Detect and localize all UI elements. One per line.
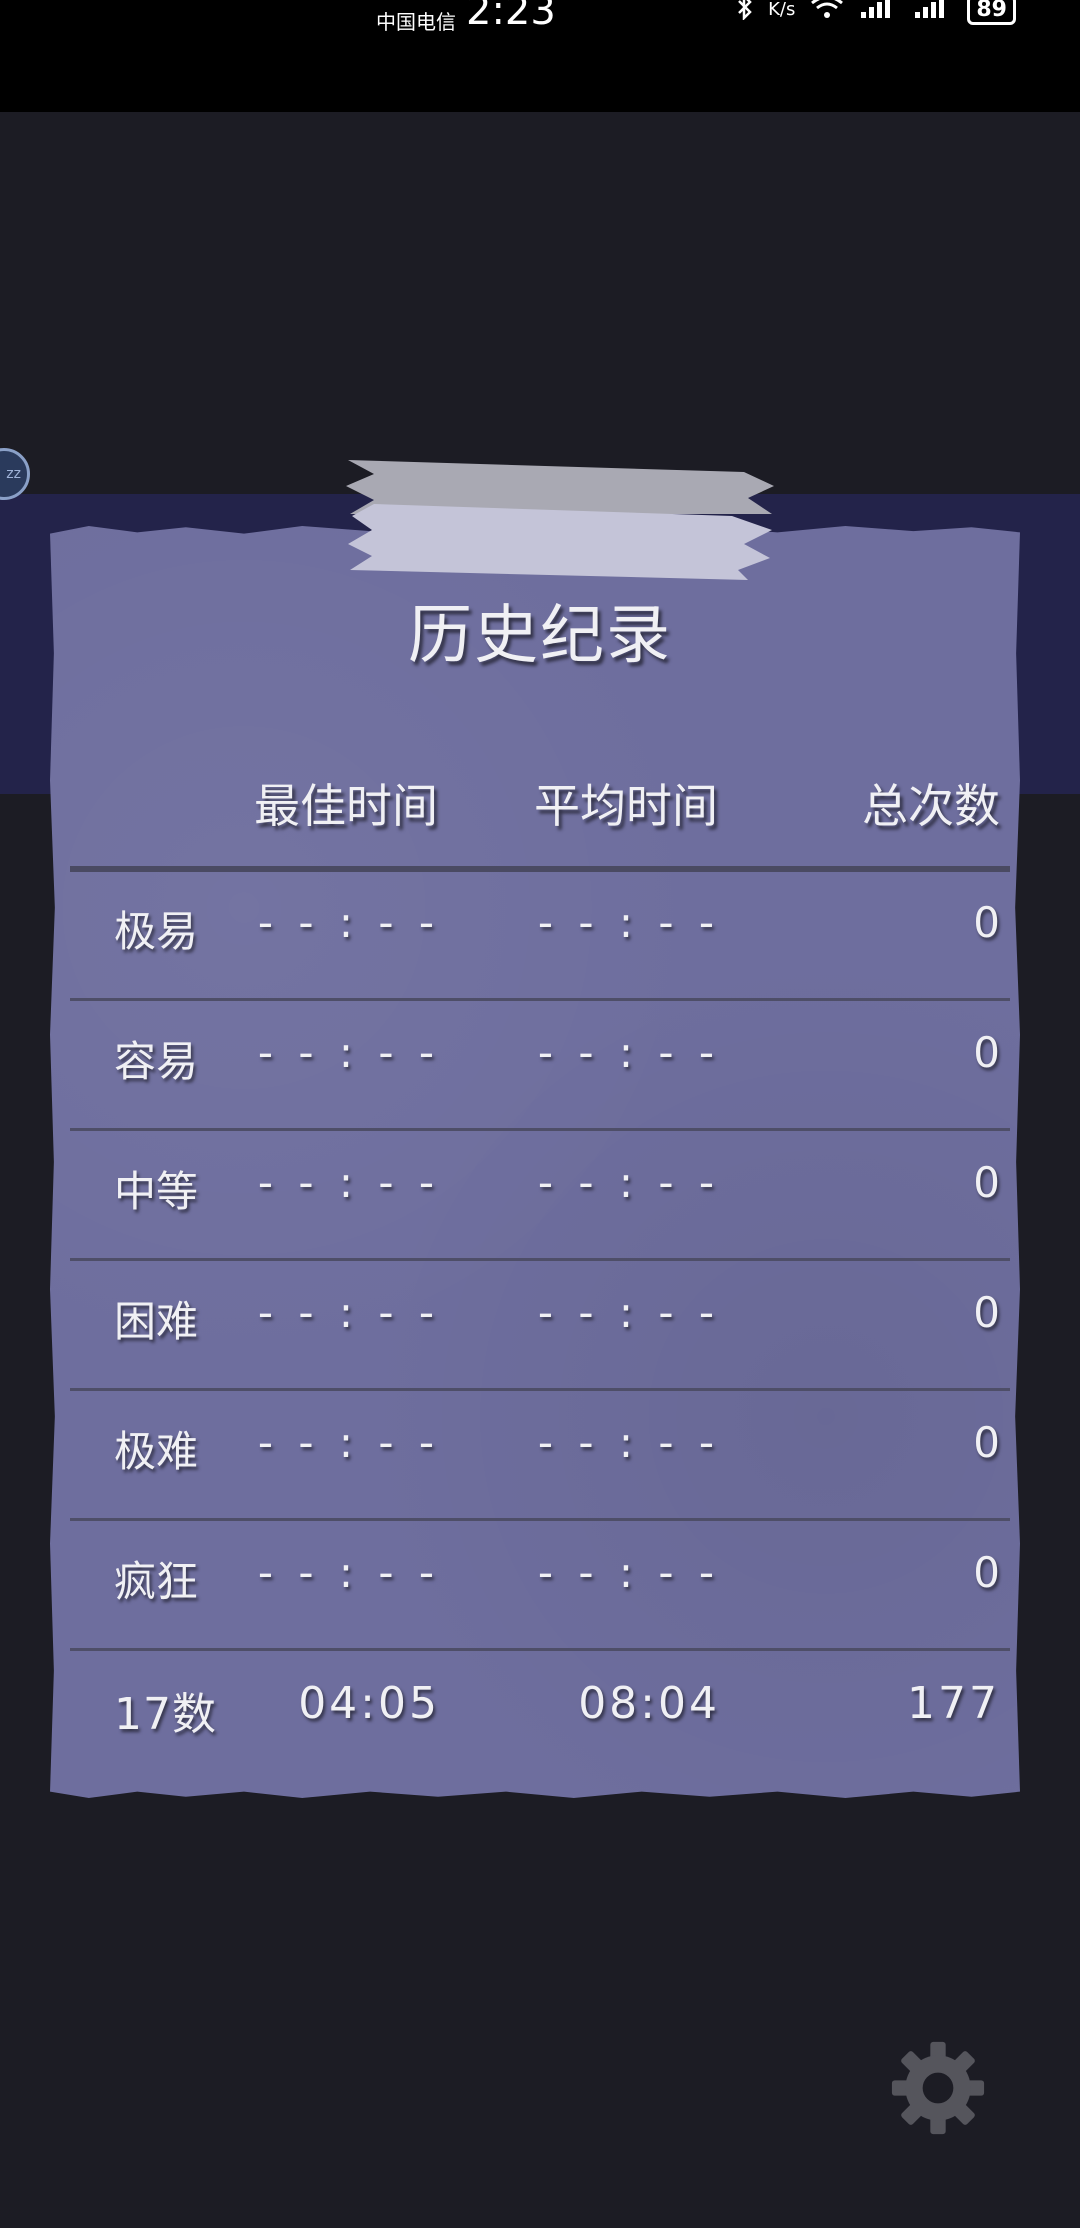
row-level: 极易 bbox=[114, 907, 199, 956]
row-total-count: 0 bbox=[973, 1158, 1000, 1207]
summary-row: 17数 04:05 08:04 177 bbox=[70, 1650, 1010, 1780]
carrier-label: 中国电信 bbox=[376, 10, 456, 34]
row-level: 中等 bbox=[114, 1167, 199, 1216]
row-best-time: - - : - - bbox=[257, 1288, 440, 1337]
row-total-count: 0 bbox=[973, 1548, 1000, 1597]
tape-icon bbox=[346, 460, 774, 580]
row-total-count: 0 bbox=[973, 1288, 1000, 1337]
row-best-time: - - : - - bbox=[257, 898, 440, 947]
row-best-time: - - : - - bbox=[257, 1548, 440, 1597]
table-header: 最佳时间 平均时间 总次数 bbox=[70, 770, 1010, 840]
status-bar: 中国电信 2:23 K/s 89 bbox=[0, 0, 1080, 112]
row-average-time: - - : - - bbox=[537, 1288, 720, 1337]
side-badge-label: zz bbox=[6, 466, 21, 482]
table-row-4: 极难 - - : - - - - : - - 0 bbox=[70, 1390, 1010, 1520]
row-total-count: 0 bbox=[973, 898, 1000, 947]
row-level: 疯狂 bbox=[114, 1557, 199, 1606]
header-average-time: 平均时间 bbox=[534, 779, 718, 833]
row-average-time: - - : - - bbox=[537, 1158, 720, 1207]
side-badge[interactable]: zz bbox=[0, 448, 30, 500]
signal-icon bbox=[859, 0, 899, 26]
gear-icon[interactable] bbox=[890, 2040, 986, 2136]
summary-level: 17数 bbox=[114, 1689, 217, 1740]
row-level: 容易 bbox=[114, 1037, 199, 1086]
header-total-count: 总次数 bbox=[862, 779, 1000, 833]
table-row-3: 困难 - - : - - - - : - - 0 bbox=[70, 1260, 1010, 1390]
row-level: 困难 bbox=[114, 1297, 199, 1346]
row-average-time: - - : - - bbox=[537, 1028, 720, 1077]
row-average-time: - - : - - bbox=[537, 898, 720, 947]
table-row-1: 容易 - - : - - - - : - - 0 bbox=[70, 1000, 1010, 1130]
battery-level: 89 bbox=[976, 0, 1007, 22]
summary-best-time: 04:05 bbox=[298, 1678, 440, 1729]
bluetooth-icon bbox=[736, 0, 754, 26]
row-best-time: - - : - - bbox=[257, 1418, 440, 1467]
row-best-time: - - : - - bbox=[257, 1158, 440, 1207]
row-level: 极难 bbox=[114, 1427, 199, 1476]
wifi-icon bbox=[809, 0, 845, 26]
table-row-2: 中等 - - : - - - - : - - 0 bbox=[70, 1130, 1010, 1260]
row-total-count: 0 bbox=[973, 1418, 1000, 1467]
status-time: 2:23 bbox=[466, 0, 556, 34]
table-row-0: 极易 - - : - - - - : - - 0 bbox=[70, 870, 1010, 1000]
summary-total-count: 177 bbox=[907, 1678, 1000, 1729]
signal-icon-2 bbox=[913, 0, 953, 26]
network-speed-unit: K/s bbox=[768, 0, 796, 20]
battery-icon: 89 bbox=[967, 0, 1016, 25]
row-best-time: - - : - - bbox=[257, 1028, 440, 1077]
page-title: 历史纪录 bbox=[408, 599, 672, 673]
row-average-time: - - : - - bbox=[537, 1548, 720, 1597]
header-best-time: 最佳时间 bbox=[254, 779, 438, 833]
network-speed: K/s bbox=[768, 1, 795, 19]
summary-average-time: 08:04 bbox=[578, 1678, 720, 1729]
table-row-5: 疯狂 - - : - - - - : - - 0 bbox=[70, 1520, 1010, 1650]
status-icons: K/s 89 bbox=[736, 0, 1016, 26]
row-average-time: - - : - - bbox=[537, 1418, 720, 1467]
row-total-count: 0 bbox=[973, 1028, 1000, 1077]
